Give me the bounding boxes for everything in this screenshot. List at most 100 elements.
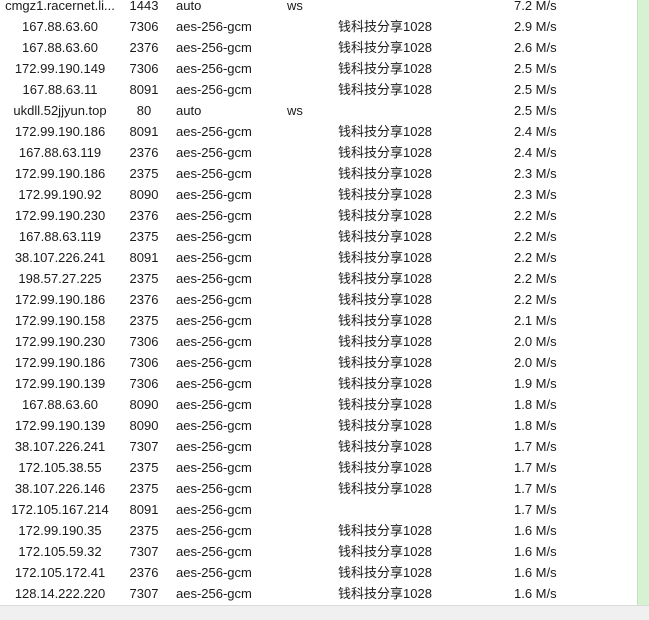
server-row[interactable]: 172.105.38.55 2375 aes-256-gcm 钱科技分享1028 1.7… [0,457,637,478]
horizontal-scrollbar[interactable] [0,605,649,620]
server-row[interactable]: 167.88.63.60 7306 aes-256-gcm 钱科技分享1028 2.9 … [0,16,637,37]
server-security-cell: aes-256-gcm [176,460,252,475]
server-network-cell [287,436,327,457]
server-remarks-cell: 钱科技分享1028 [338,82,432,97]
server-row[interactable]: 172.105.59.32 7307 aes-256-gcm 钱科技分享1028 1.6… [0,541,637,562]
server-remarks-cell: 钱科技分享1028 [338,439,432,454]
server-row[interactable]: 198.57.27.225 2375 aes-256-gcm 钱科技分享1028 2.2… [0,268,637,289]
server-speed-cell: 2.5 M/s [514,61,557,76]
server-row[interactable]: 128.14.222.220 7307 aes-256-gcm 钱科技分享1028 1.… [0,583,637,604]
server-network-cell [287,142,327,163]
server-row[interactable]: 167.88.63.11 8091 aes-256-gcm 钱科技分享1028 2.5 … [0,79,637,100]
server-address-cell: 172.99.190.158 [14,313,106,328]
server-row[interactable]: 167.88.63.119 2375 aes-256-gcm 钱科技分享1028 2.2… [0,226,637,247]
server-remarks-cell: 钱科技分享1028 [338,292,432,307]
server-remarks-cell: 钱科技分享1028 [338,166,432,181]
server-address-cell: 167.88.63.119 [18,145,102,160]
server-row[interactable]: 172.99.190.35 2375 aes-256-gcm 钱科技分享1028 1.6… [0,520,637,541]
server-address-cell: 198.57.27.225 [18,271,102,286]
server-address-cell: 172.99.190.139 [14,376,106,391]
server-row[interactable]: 38.107.226.146 2375 aes-256-gcm 钱科技分享1028 1.… [0,478,637,499]
server-speed-cell: 1.7 M/s [514,481,557,496]
server-security-cell: aes-256-gcm [176,145,252,160]
server-security-cell: aes-256-gcm [176,292,252,307]
server-address-cell: 38.107.226.241 [14,439,106,454]
server-security-cell: auto [176,103,202,118]
server-network-cell [287,562,327,583]
server-security-cell: aes-256-gcm [176,523,252,538]
server-address-cell: 172.99.190.186 [14,355,106,370]
server-row[interactable]: 172.105.172.41 2376 aes-256-gcm 钱科技分享1028 1.… [0,562,637,583]
server-port-cell: 1443 [129,0,159,13]
server-security-cell: aes-256-gcm [176,166,252,181]
server-remarks-cell: 钱科技分享1028 [338,145,432,160]
server-row[interactable]: 172.99.190.186 2376 aes-256-gcm 钱科技分享1028 2.… [0,289,637,310]
server-address-cell: 172.99.190.92 [18,187,102,202]
server-port-cell: 2375 [129,523,159,538]
server-row[interactable]: 172.99.190.158 2375 aes-256-gcm 钱科技分享1028 2.… [0,310,637,331]
server-remarks-cell: 钱科技分享1028 [338,355,432,370]
server-security-cell: aes-256-gcm [176,376,252,391]
server-remarks-cell: 钱科技分享1028 [338,313,432,328]
server-address-cell: 167.88.63.60 [22,397,98,412]
server-row[interactable]: 172.99.190.139 7306 aes-256-gcm 钱科技分享1028 1.… [0,373,637,394]
server-network-cell [287,16,327,37]
server-network-cell [287,205,327,226]
server-row[interactable]: 38.107.226.241 7307 aes-256-gcm 钱科技分享1028 1.… [0,436,637,457]
server-network-cell [287,415,327,436]
server-speed-cell: 1.7 M/s [514,439,557,454]
server-row[interactable]: 172.99.190.186 8091 aes-256-gcm 钱科技分享1028 2.… [0,121,637,142]
server-speed-cell: 2.2 M/s [514,250,557,265]
server-speed-cell: 2.2 M/s [514,292,557,307]
server-speed-cell: 2.0 M/s [514,334,557,349]
server-speed-cell: 2.1 M/s [514,313,557,328]
server-port-cell: 2375 [129,313,159,328]
server-remarks-cell: 钱科技分享1028 [338,187,432,202]
server-port-cell: 2376 [129,145,159,160]
server-row[interactable]: 172.105.167.214 8091 aes-256-gcm 1.7 M/s [0,499,637,520]
server-network-cell [287,499,327,520]
server-network-cell [287,394,327,415]
server-row[interactable]: 167.88.63.60 8090 aes-256-gcm 钱科技分享1028 1.8 … [0,394,637,415]
server-speed-cell: 7.2 M/s [514,0,557,13]
server-network-cell [287,58,327,79]
server-security-cell: aes-256-gcm [176,502,252,517]
server-row[interactable]: 172.99.190.149 7306 aes-256-gcm 钱科技分享1028 2.… [0,58,637,79]
server-row[interactable]: 167.88.63.60 2376 aes-256-gcm 钱科技分享1028 2.6 … [0,37,637,58]
server-address-cell: 38.107.226.146 [14,481,106,496]
server-row[interactable]: 172.99.190.186 7306 aes-256-gcm 钱科技分享1028 2.… [0,352,637,373]
server-port-cell: 7306 [129,334,159,349]
server-network-cell [287,163,327,184]
server-row[interactable]: 172.99.190.139 8090 aes-256-gcm 钱科技分享1028 1.… [0,415,637,436]
server-security-cell: auto [176,0,202,13]
server-speed-cell: 1.8 M/s [514,418,557,433]
server-remarks-cell: 钱科技分享1028 [338,544,432,559]
server-security-cell: aes-256-gcm [176,544,252,559]
server-port-cell: 8091 [129,250,159,265]
server-address-cell: 172.99.190.149 [14,61,106,76]
server-row[interactable]: 172.99.190.230 7306 aes-256-gcm 钱科技分享1028 2.… [0,331,637,352]
server-address-cell: 167.88.63.60 [22,40,98,55]
server-row[interactable]: 38.107.226.241 8091 aes-256-gcm 钱科技分享1028 2.… [0,247,637,268]
server-speed-cell: 2.2 M/s [514,271,557,286]
server-network-cell [287,226,327,247]
server-row[interactable]: 172.99.190.92 8090 aes-256-gcm 钱科技分享1028 2.3… [0,184,637,205]
server-speed-cell: 2.3 M/s [514,166,557,181]
server-security-cell: aes-256-gcm [176,334,252,349]
server-row[interactable]: cmgz1.racernet.li... 1443 auto ws 7.2 M/s [0,0,637,16]
server-address-cell: 172.99.190.186 [14,166,106,181]
server-row[interactable]: 172.99.190.230 2376 aes-256-gcm 钱科技分享1028 2.… [0,205,637,226]
server-address-cell: 172.99.190.230 [14,334,106,349]
server-row[interactable]: 167.88.63.119 2376 aes-256-gcm 钱科技分享1028 2.4… [0,142,637,163]
server-address-cell: 172.105.38.55 [18,460,102,475]
server-security-cell: aes-256-gcm [176,397,252,412]
server-row[interactable]: ukdll.52jjyun.top 80 auto ws 2.5 M/s [0,100,637,121]
server-network-cell [287,583,327,604]
server-row[interactable]: 172.99.190.186 2375 aes-256-gcm 钱科技分享1028 2.… [0,163,637,184]
server-network-cell [287,457,327,478]
server-port-cell: 2376 [129,208,159,223]
server-address-cell: 172.105.167.214 [11,502,109,517]
server-security-cell: aes-256-gcm [176,271,252,286]
server-speed-cell: 1.8 M/s [514,397,557,412]
server-port-cell: 2376 [129,40,159,55]
